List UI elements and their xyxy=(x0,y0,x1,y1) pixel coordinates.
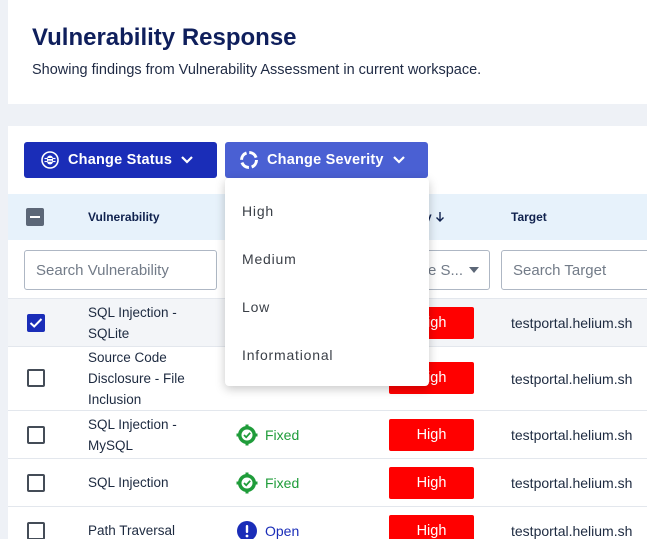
status-indicator: Fixed xyxy=(236,424,299,446)
chevron-down-icon xyxy=(392,155,406,165)
row-checkbox[interactable] xyxy=(27,314,45,332)
severity-badge: High xyxy=(389,419,474,451)
table-row[interactable]: SQL Injection - MySQL Fixed High testpor… xyxy=(8,410,647,458)
change-severity-button[interactable]: Change Severity xyxy=(225,142,428,178)
severity-badge: High xyxy=(389,467,474,499)
vulnerability-name[interactable]: Path Traversal xyxy=(88,520,208,539)
severity-badge: High xyxy=(389,515,474,539)
target-host: testportal.helium.sh xyxy=(511,475,633,491)
status-label: Fixed xyxy=(265,427,300,443)
sort-down-arrow-icon xyxy=(435,211,445,223)
status-indicator: Fixed xyxy=(236,472,299,494)
page-subtitle: Showing findings from Vulnerability Asse… xyxy=(32,62,482,78)
chevron-down-icon xyxy=(180,155,194,165)
select-all-checkbox[interactable] xyxy=(26,208,44,226)
target-host: testportal.helium.sh xyxy=(511,523,633,539)
row-checkbox[interactable] xyxy=(27,474,45,492)
loading-ring-icon xyxy=(239,150,259,170)
vulnerability-name[interactable]: SQL Injection - SQLite xyxy=(88,302,208,344)
status-indicator: Open xyxy=(236,520,299,539)
caret-down-icon xyxy=(469,267,479,273)
fixed-icon xyxy=(236,424,258,446)
target-host: testportal.helium.sh xyxy=(511,427,633,443)
column-header-target[interactable]: Target xyxy=(511,210,547,224)
status-label: Fixed xyxy=(265,475,300,491)
change-severity-label: Change Severity xyxy=(267,152,384,168)
vulnerability-name[interactable]: SQL Injection xyxy=(88,472,208,493)
row-checkbox[interactable] xyxy=(27,369,45,387)
page-header: Vulnerability Response Showing findings … xyxy=(8,0,647,104)
vulnerability-name[interactable]: SQL Injection - MySQL xyxy=(88,414,208,456)
severity-option-high[interactable]: High xyxy=(242,203,274,219)
row-checkbox[interactable] xyxy=(27,426,45,444)
severity-option-medium[interactable]: Medium xyxy=(242,251,297,267)
vulnerability-name[interactable]: Source Code Disclosure - File Inclusion xyxy=(88,347,208,410)
exclamation-circle-icon xyxy=(236,520,258,539)
fixed-icon xyxy=(236,472,258,494)
bug-icon xyxy=(40,150,60,170)
search-vulnerability-input[interactable]: Search Vulnerability xyxy=(24,250,217,290)
severity-filter-placeholder: e S... xyxy=(428,261,464,279)
severity-dropdown-menu: High Medium Low Informational xyxy=(225,178,429,386)
target-host: testportal.helium.sh xyxy=(511,315,633,331)
search-target-placeholder: Search Target xyxy=(513,261,607,279)
column-header-vulnerability[interactable]: Vulnerability xyxy=(88,210,160,224)
table-row[interactable]: Path Traversal Open High testportal.heli… xyxy=(8,506,647,539)
severity-option-informational[interactable]: Informational xyxy=(242,347,333,363)
page-title: Vulnerability Response xyxy=(32,24,297,51)
target-host: testportal.helium.sh xyxy=(511,371,633,387)
search-target-input[interactable]: Search Target xyxy=(501,250,647,290)
status-label: Open xyxy=(265,523,300,539)
search-vulnerability-placeholder: Search Vulnerability xyxy=(36,261,169,279)
change-status-label: Change Status xyxy=(68,152,173,168)
table-row[interactable]: SQL Injection Fixed High testportal.heli… xyxy=(8,458,647,506)
row-checkbox[interactable] xyxy=(27,522,45,539)
change-status-button[interactable]: Change Status xyxy=(24,142,217,178)
severity-option-low[interactable]: Low xyxy=(242,299,270,315)
